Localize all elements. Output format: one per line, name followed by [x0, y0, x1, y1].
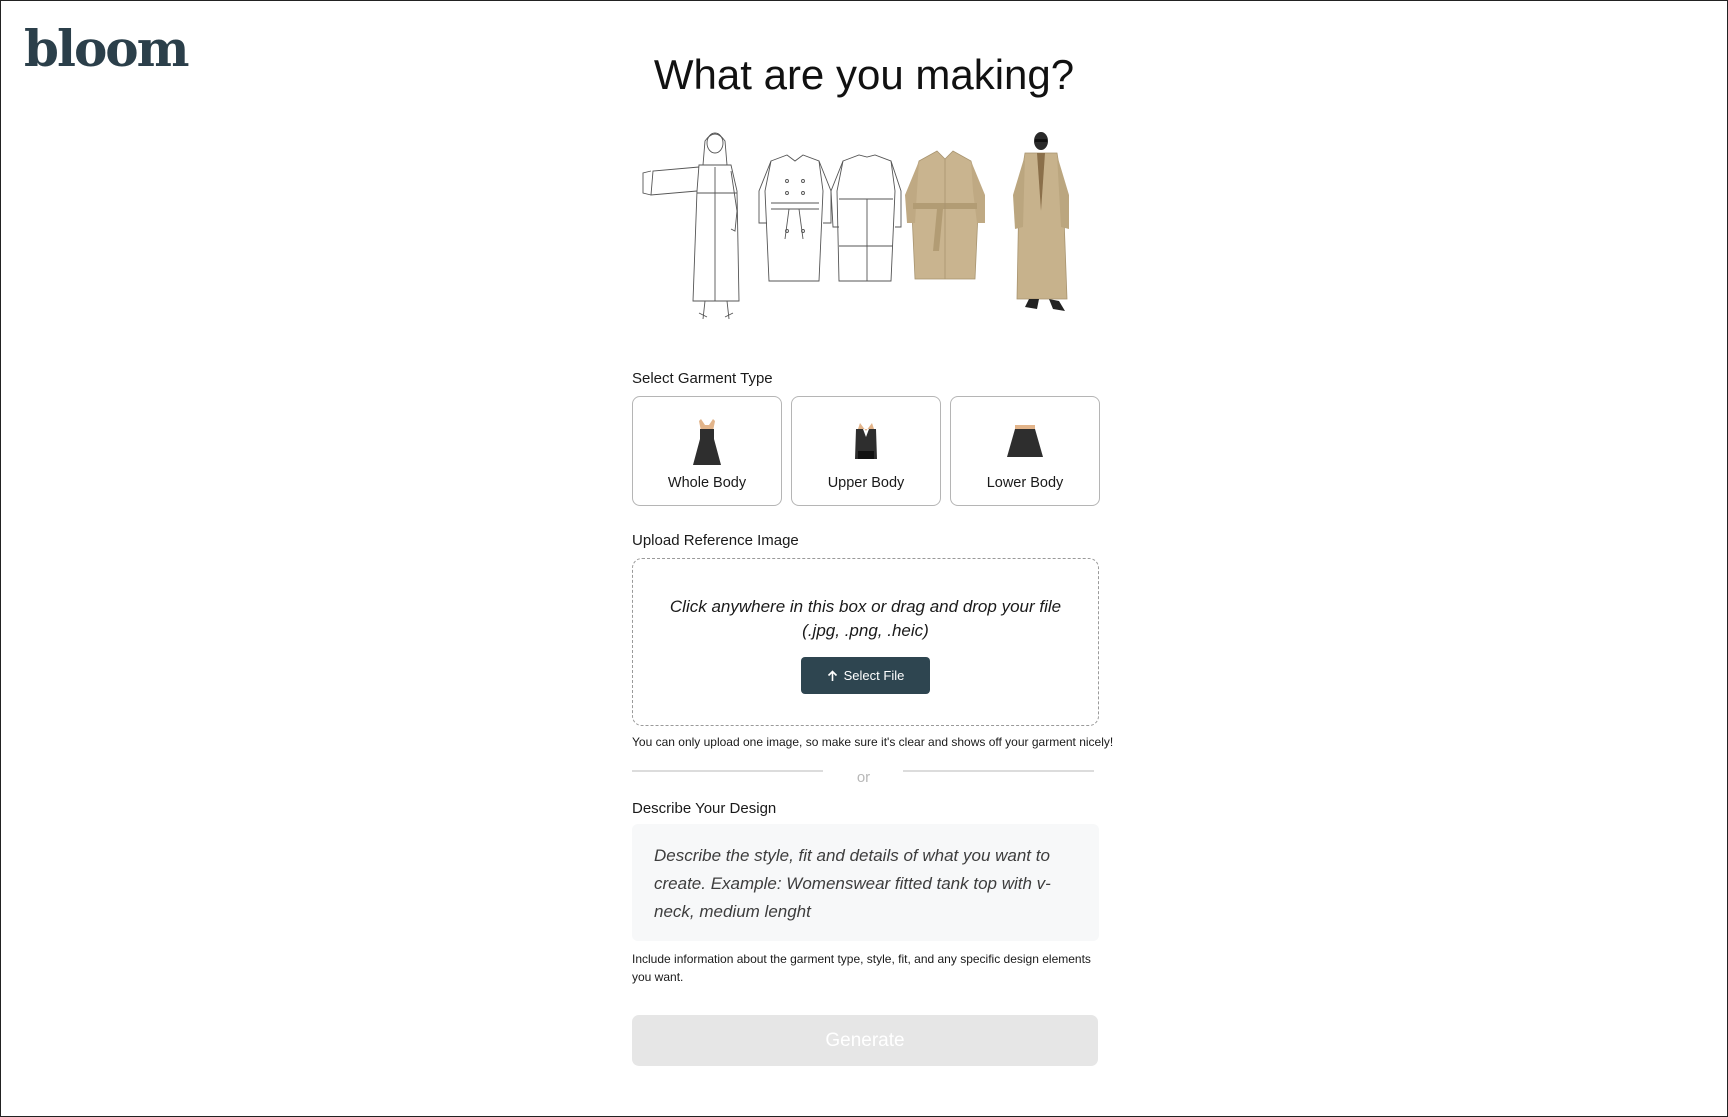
upload-hint: You can only upload one image, so make s…: [632, 735, 1114, 749]
design-label: Describe Your Design: [632, 800, 777, 817]
select-file-label: Select File: [843, 668, 905, 683]
generate-button[interactable]: Generate: [632, 1015, 1098, 1066]
garment-option-whole-body[interactable]: Whole Body: [632, 396, 782, 506]
model-photo: [1013, 132, 1069, 311]
upload-file-types: (.jpg, .png, .heic): [802, 621, 929, 640]
select-file-button[interactable]: Select File: [801, 657, 930, 694]
upload-label: Upload Reference Image: [632, 532, 799, 549]
garment-option-label: Lower Body: [986, 475, 1064, 491]
flat-sketch-back: [830, 154, 902, 282]
fashion-sketch-figure: [642, 132, 740, 320]
design-hint: Include information about the garment ty…: [632, 952, 1091, 984]
flat-sketch-front: [758, 154, 832, 282]
upload-instruction-line: Click anywhere in this box or drag and d…: [669, 597, 1062, 616]
garment-option-upper-body[interactable]: Upper Body: [791, 396, 941, 506]
garment-progression-illustration: [642, 132, 1069, 320]
design-description-input[interactable]: [632, 824, 1099, 941]
divider-right: [903, 770, 1094, 772]
garment-option-label: Upper Body: [827, 475, 905, 491]
upload-dropzone[interactable]: Click anywhere in this box or drag and d…: [632, 558, 1099, 726]
arrow-up-icon: [827, 669, 837, 681]
skirt-icon: [1007, 425, 1043, 457]
page-title: What are you making?: [653, 51, 1075, 98]
dress-icon: [693, 419, 721, 465]
garment-option-lower-body[interactable]: Lower Body: [950, 396, 1100, 506]
garment-type-selector: Whole Body Upper Body Lower Body: [632, 396, 1100, 506]
top-icon: [855, 423, 877, 459]
divider-or-text: or: [856, 769, 871, 786]
garment-option-label: Whole Body: [667, 475, 747, 491]
garment-type-label: Select Garment Type: [632, 370, 773, 387]
product-photo-coat: [905, 150, 985, 280]
upload-instructions: Click anywhere in this box or drag and d…: [670, 595, 1061, 643]
